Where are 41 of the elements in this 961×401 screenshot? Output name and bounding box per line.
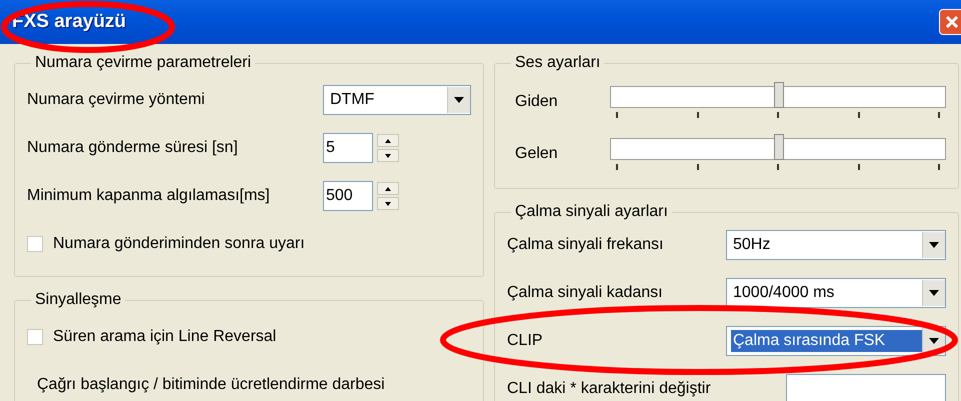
group-title: Ses ayarları	[514, 54, 602, 72]
close-button[interactable]	[939, 9, 961, 35]
down-arrow-icon	[385, 202, 391, 206]
close-icon	[945, 15, 959, 29]
checkbox[interactable]	[27, 329, 43, 345]
field-label: Çalma sinyali frekansı	[507, 236, 664, 254]
slider-thumb[interactable]	[774, 82, 784, 108]
dropdown[interactable]: 50Hz	[726, 230, 946, 260]
number-field[interactable]: 500	[323, 181, 373, 211]
down-button[interactable]	[377, 149, 399, 162]
up-arrow-icon	[385, 186, 391, 190]
up-button[interactable]	[377, 182, 399, 195]
group-title: Sinyalleşme	[34, 291, 122, 309]
text-field[interactable]	[786, 374, 946, 401]
field-label: Çalma sinyali kadansı	[507, 284, 664, 302]
field-label: Numara çevirme yöntemi	[27, 91, 206, 109]
group-title: Numara çevirme parametreleri	[34, 54, 252, 72]
checkbox-label: Süren arama için Line Reversal	[53, 328, 276, 346]
dropdown[interactable]: 1000/4000 ms	[726, 278, 946, 308]
down-arrow-icon	[385, 154, 391, 158]
checkbox[interactable]	[27, 236, 43, 252]
down-button[interactable]	[377, 197, 399, 210]
field-label: CLIP	[507, 332, 544, 350]
up-button[interactable]	[377, 134, 399, 147]
slider-thumb[interactable]	[774, 134, 784, 160]
caret-icon	[929, 338, 939, 344]
group-title: Çalma sinyali ayarları	[514, 203, 669, 221]
field-label: Numara gönderme süresi [sn]	[27, 139, 239, 157]
dropdown[interactable]: Çalma sırasında FSK	[726, 326, 946, 356]
caret-icon	[929, 290, 939, 296]
number-field[interactable]: 5	[323, 133, 373, 163]
dropdown[interactable]: DTMF	[323, 85, 471, 115]
field-label: Minimum kapanma algılaması[ms]	[27, 187, 271, 205]
slider-label: Gelen	[515, 145, 559, 163]
slider-label: Giden	[515, 93, 559, 111]
field-label: CLI daki * karakterini değiştir	[507, 380, 712, 398]
caret-icon	[454, 97, 464, 103]
option-label: Çağrı başlangıç / bitiminde ücretlendirme darbesi	[36, 376, 385, 394]
caret-icon	[929, 242, 939, 248]
up-arrow-icon	[385, 138, 391, 142]
checkbox-label: Numara gönderiminden sonra uyarı	[53, 235, 305, 253]
